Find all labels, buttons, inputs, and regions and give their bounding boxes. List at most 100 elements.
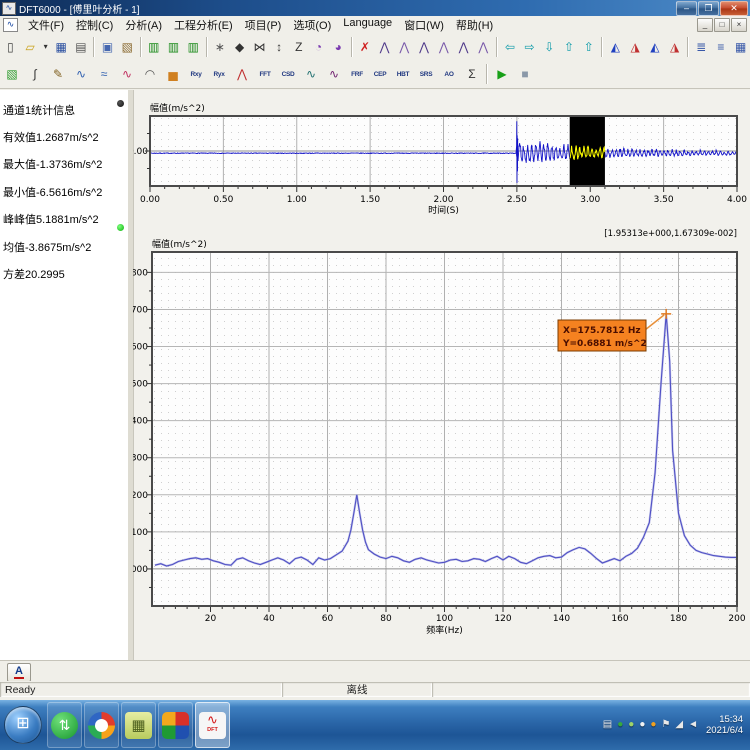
volume-icon[interactable]: ◄ [688,719,698,731]
menu-item-5[interactable]: 选项(O) [287,16,337,34]
menu-item-3[interactable]: 工程分析(E) [168,16,239,34]
status-empty [432,682,750,697]
delete-marker-button[interactable]: ✗ [356,36,375,58]
input-indicator-icon[interactable]: ▤ [603,719,612,731]
stop-acquisition-button[interactable]: ■ [514,63,536,85]
print-button[interactable]: ▤ [72,36,91,58]
waveform-tool[interactable]: ∿ [116,63,138,85]
taskbar-app-security[interactable]: ⇅ [47,702,82,748]
pan-left-button[interactable]: ⇦ [500,36,519,58]
marker-flag-tool-2[interactable]: ◮ [626,36,645,58]
correlation-rxy-tool[interactable]: Rxy [185,63,207,85]
marker-flag-tool-1[interactable]: ◭ [606,36,625,58]
report-layout-button[interactable]: ≣ [692,36,711,58]
spectrum-plot-area[interactable] [152,252,737,606]
cursor-pair-tool[interactable]: ⋈ [250,36,269,58]
report-list-button[interactable]: ≡ [712,36,731,58]
menu-item-8[interactable]: 帮助(H) [450,16,499,34]
autoscale-button[interactable]: ⇧ [579,36,598,58]
taskbar-app-suite[interactable] [158,702,193,748]
select-region-tool[interactable]: ▧ [1,63,23,85]
layout-tile-button[interactable]: ▥ [144,36,163,58]
peak-mark-tool-3[interactable]: ⋀ [415,36,434,58]
snapshot-button[interactable]: ▧ [118,36,137,58]
layout-split-button-icon: ▥ [168,40,179,54]
frf-tool[interactable]: FRF [346,63,368,85]
layout-split-button[interactable]: ▥ [164,36,183,58]
start-acquisition-button[interactable]: ▶ [491,63,513,85]
octave-tool[interactable]: AO [438,63,460,85]
taskbar-app-browser[interactable] [84,702,119,748]
close-button[interactable]: ✕ [720,1,748,16]
window-function-tool[interactable]: ◠ [139,63,161,85]
peak-mark-tool-4[interactable]: ⋀ [434,36,453,58]
cursor-clock1-tool[interactable]: ◔ [309,36,328,58]
mdi-restore-button[interactable]: □ [714,18,730,32]
taskbar-app-media[interactable]: ▦ [121,702,156,748]
font-a-button[interactable]: A [7,663,31,682]
report-table-button[interactable]: ▦ [731,36,750,58]
hilbert-tool[interactable]: HBT [392,63,414,85]
marker-flag-tool-3[interactable]: ◭ [645,36,664,58]
action-center-flag-icon[interactable]: ⚑ [661,719,670,731]
csd-tool[interactable]: CSD [277,63,299,85]
menu-item-0[interactable]: 文件(F) [22,16,70,34]
srs-tool[interactable]: SRS [415,63,437,85]
title-bar[interactable]: ∿ DFT6000 - [傅里叶分析 - 1] – ❐ ✕ [0,0,750,16]
cursor-star-tool[interactable]: ∗ [211,36,230,58]
cursor-diamond-tool[interactable]: ◆ [230,36,249,58]
sum-tool[interactable]: Σ [461,63,483,85]
cepstrum-tool[interactable]: CEP [369,63,391,85]
menu-item-6[interactable]: Language [337,16,398,34]
peak-mark-tool-6[interactable]: ⋀ [474,36,493,58]
tray-green-icon[interactable]: ● [628,719,634,731]
correlation-ryx-tool[interactable]: Ryx [208,63,230,85]
filter-tool[interactable]: ∿ [70,63,92,85]
integrate-tool[interactable]: ∫ [24,63,46,85]
menu-item-4[interactable]: 项目(P) [239,16,288,34]
cursor-clock2-tool[interactable]: ◕ [329,36,348,58]
menu-item-1[interactable]: 控制(C) [70,16,119,34]
stat-line-5: 均值-3.8675m/s^2 [0,233,128,260]
peak-mark-tool-2[interactable]: ⋀ [395,36,414,58]
taskbar-app-dft[interactable]: ∿DFT [195,702,230,748]
start-button[interactable]: ⊞ [4,706,42,744]
pencil-tool[interactable]: ✎ [47,63,69,85]
minimize-button[interactable]: – [676,1,697,16]
menu-item-7[interactable]: 窗口(W) [398,16,450,34]
cursor-vertical-tool[interactable]: ↕ [270,36,289,58]
tray-white-icon[interactable]: ● [639,719,645,731]
layout-single-button[interactable]: ▥ [184,36,203,58]
histogram-tool[interactable]: ▅ [162,63,184,85]
save-button[interactable]: ▦ [52,36,71,58]
menu-item-2[interactable]: 分析(A) [119,16,168,34]
mdi-close-button[interactable]: × [731,18,747,32]
network-icon[interactable]: ◢ [675,719,683,731]
peak-mark-tool-5[interactable]: ⋀ [454,36,473,58]
maximize-button[interactable]: ❐ [698,1,719,16]
detrend-tool[interactable]: ≈ [93,63,115,85]
marker-flag-tool-2-icon: ◮ [630,40,639,54]
marker-flag-tool-4[interactable]: ◮ [665,36,684,58]
open-file-button[interactable]: ▱ [21,36,40,58]
fft-tool[interactable]: FFT [254,63,276,85]
zoom-in-y-button[interactable]: ⇧ [560,36,579,58]
mdi-child-icon[interactable]: ∿ [3,18,18,32]
cursor-z-tool[interactable]: Z [289,36,308,58]
pan-right-button[interactable]: ⇨ [520,36,539,58]
zoom-out-y-button[interactable]: ⇩ [540,36,559,58]
tray-orange-icon[interactable]: ● [650,719,656,731]
statistics-sidebar: 通道1统计信息有效值1.2687m/s^2最大值-1.3736m/s^2最小值-… [0,90,129,660]
mdi-minimize-button[interactable]: _ [697,18,713,32]
open-dropdown[interactable]: ▾ [40,36,50,58]
antivirus-shield-icon[interactable]: ● [617,719,623,731]
psd-tool[interactable]: ∿ [300,63,322,85]
taskbar-clock[interactable]: 15:34 2021/6/4 [706,714,747,736]
time-plot-area[interactable] [150,116,737,186]
envelope-tool[interactable]: ⋀ [231,63,253,85]
spectrum-tool[interactable]: ∿ [323,63,345,85]
peak-mark-tool-1[interactable]: ⋀ [375,36,394,58]
time-xtick-label: 2.00 [433,195,453,205]
copy-button[interactable]: ▣ [98,36,117,58]
new-file-button[interactable]: ▯ [1,36,20,58]
